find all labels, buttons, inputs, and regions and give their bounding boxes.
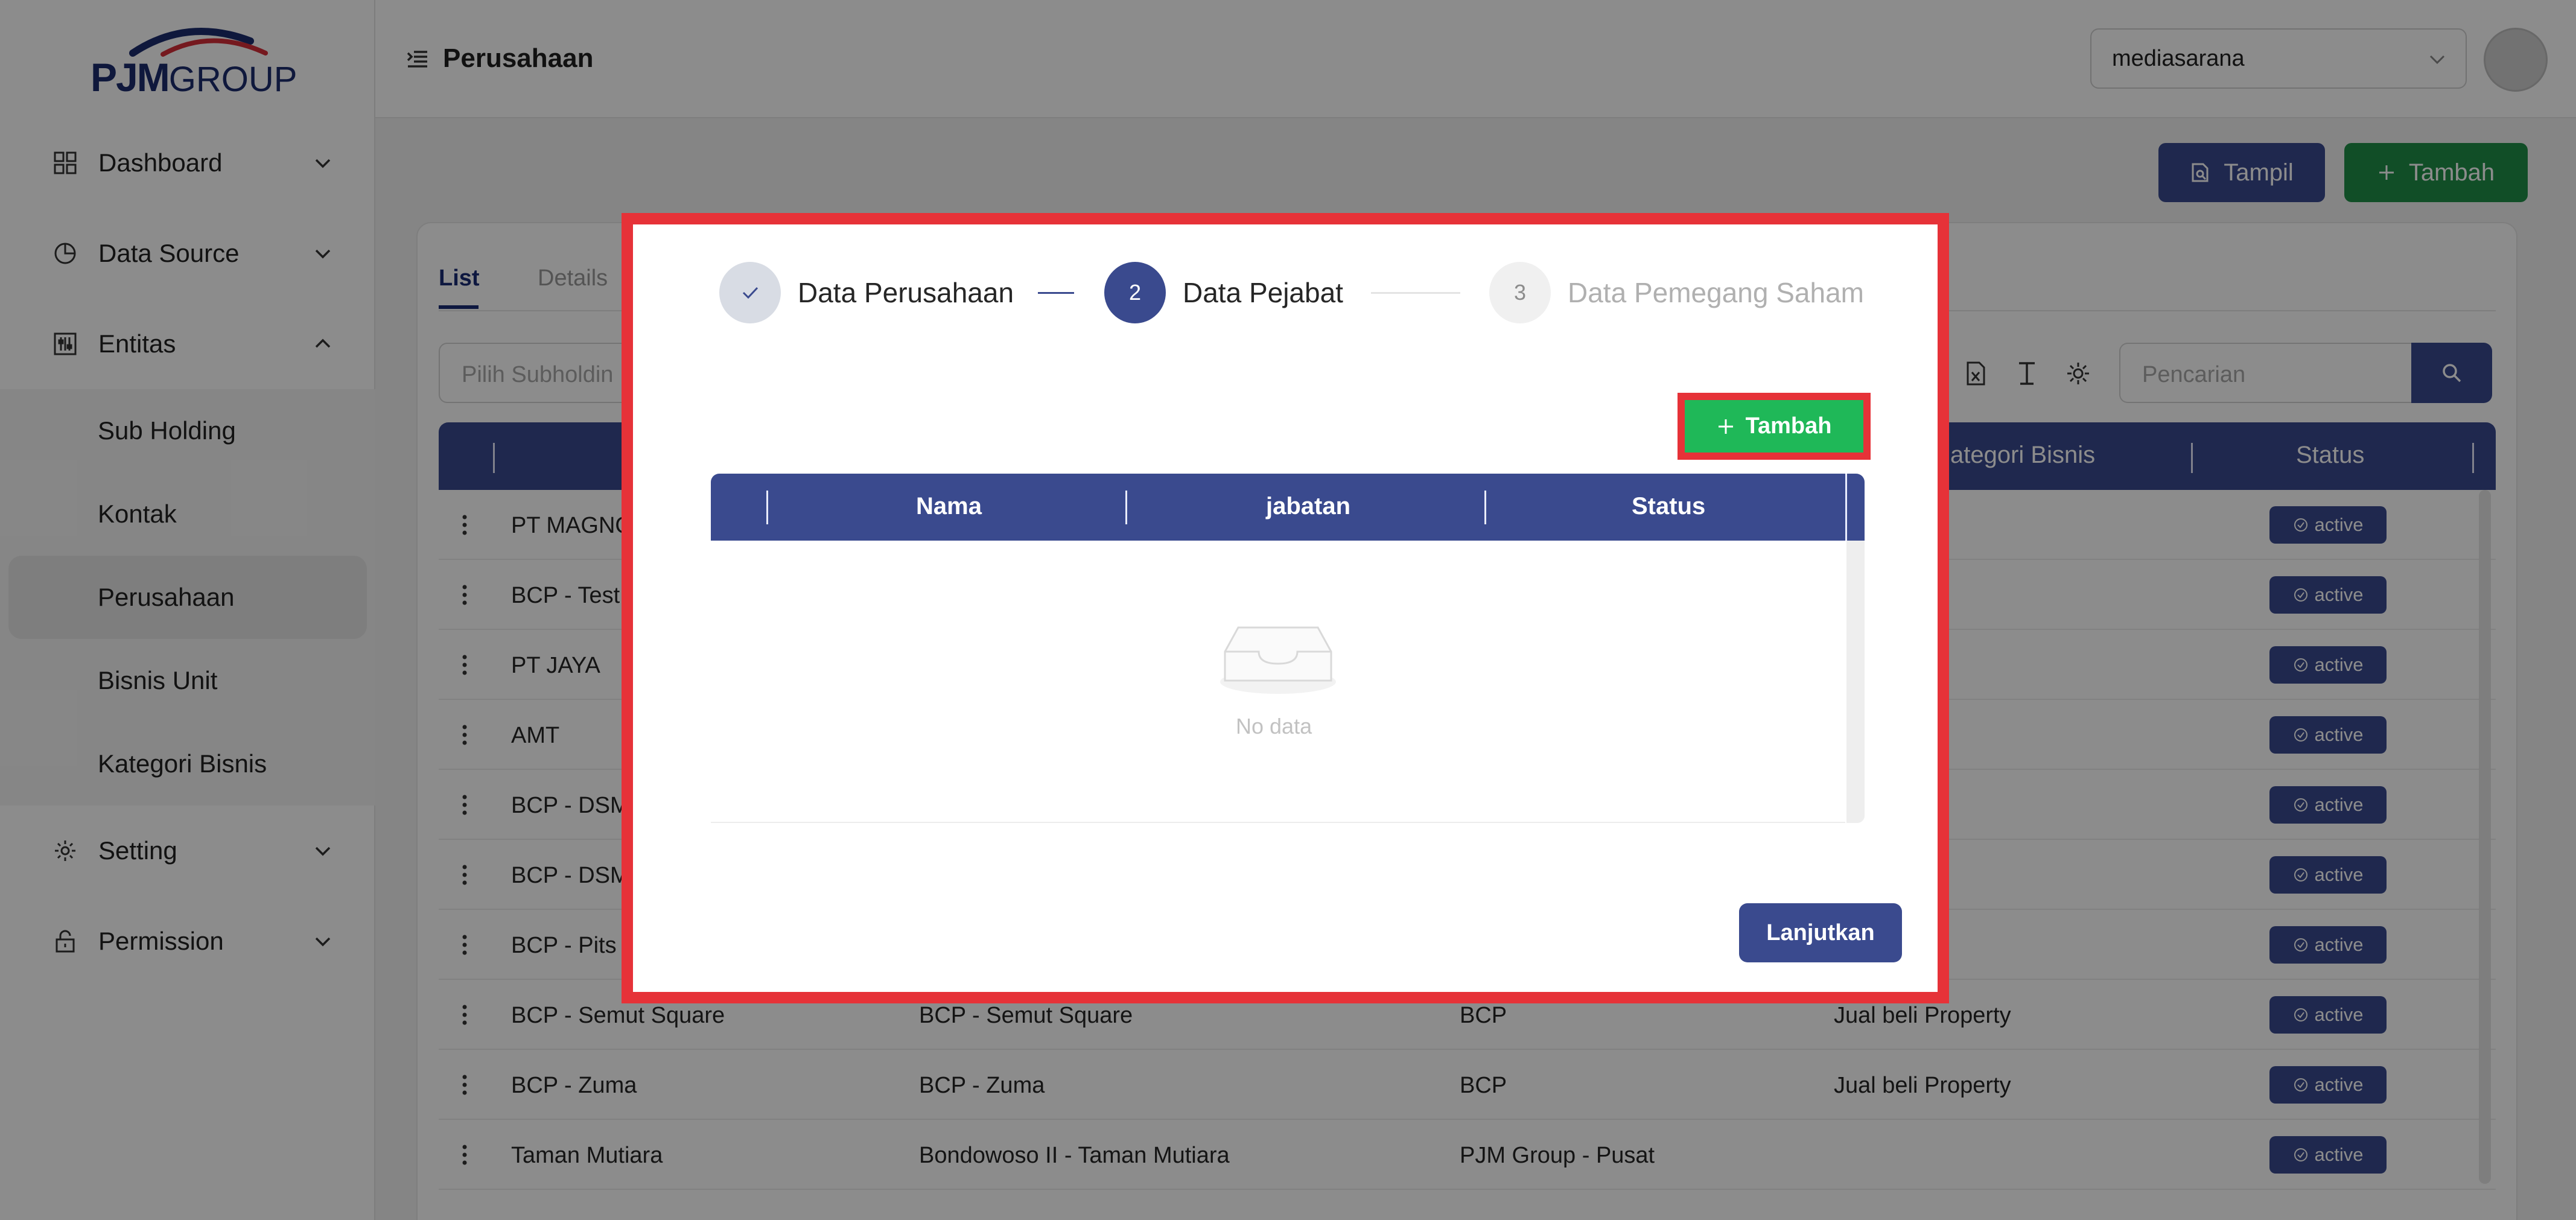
step-data-pemegang-saham: 3 Data Pemegang Saham (1489, 262, 1864, 323)
step-done-circle (719, 262, 781, 323)
table-header-scroll-cell (1845, 474, 1865, 541)
step-label: Data Pejabat (1183, 277, 1343, 308)
step-connector (1371, 292, 1460, 294)
step-connector (1038, 292, 1074, 294)
step-data-pejabat: 2 Data Pejabat (1104, 262, 1343, 323)
modal-tambah-label: Tambah (1745, 413, 1832, 439)
lanjutkan-button[interactable]: Lanjutkan (1739, 903, 1902, 962)
column-header-nama: Nama (916, 493, 982, 519)
column-separator (1125, 491, 1127, 524)
step-data-perusahaan: Data Perusahaan (719, 262, 1014, 323)
modal-tambah-button[interactable]: Tambah (1685, 400, 1863, 453)
pejabat-table-header: Nama jabatan Status (711, 474, 1845, 541)
empty-inbox-icon (1220, 626, 1336, 694)
column-header-jabatan: jabatan (1266, 493, 1351, 519)
step-label: Data Pemegang Saham (1568, 277, 1864, 308)
step-number: 2 (1104, 262, 1166, 323)
column-header-status: Status (1632, 493, 1706, 519)
empty-text: No data (1236, 714, 1312, 739)
step-number: 3 (1489, 262, 1551, 323)
column-separator (1484, 491, 1486, 524)
plus-icon (1718, 419, 1733, 434)
pejabat-table-scrollbar[interactable] (1846, 541, 1865, 823)
column-separator (766, 491, 768, 524)
step-label: Data Perusahaan (798, 277, 1014, 308)
check-icon (742, 287, 758, 299)
